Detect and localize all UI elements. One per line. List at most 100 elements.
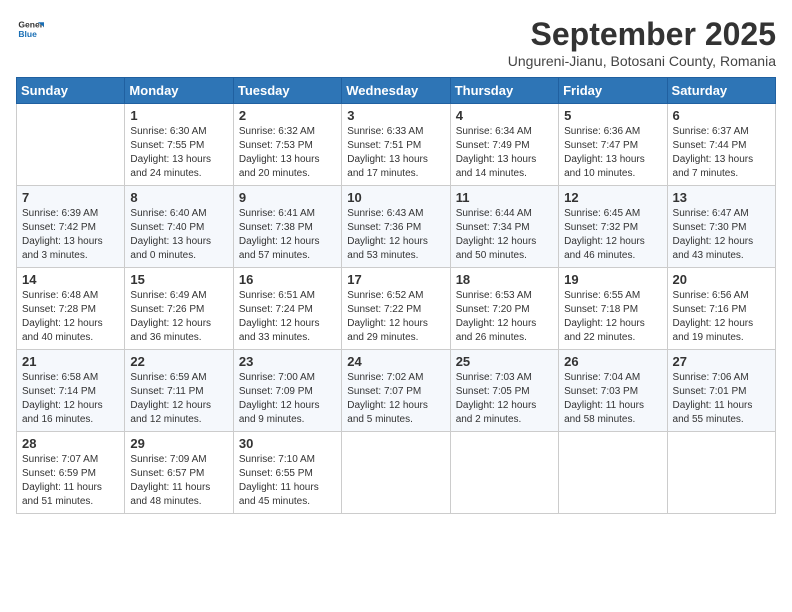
calendar-day-cell: 9 Sunrise: 6:41 AMSunset: 7:38 PMDayligh…: [233, 186, 341, 268]
calendar-header-row: SundayMondayTuesdayWednesdayThursdayFrid…: [17, 78, 776, 104]
day-info: Sunrise: 6:55 AMSunset: 7:18 PMDaylight:…: [564, 289, 661, 345]
day-info: Sunrise: 6:44 AMSunset: 7:34 PMDaylight:…: [456, 207, 553, 263]
calendar-day-cell: [667, 432, 775, 514]
day-number: 11: [456, 190, 553, 205]
calendar-week-row: 1 Sunrise: 6:30 AMSunset: 7:55 PMDayligh…: [17, 104, 776, 186]
calendar-day-cell: 24 Sunrise: 7:02 AMSunset: 7:07 PMDaylig…: [342, 350, 450, 432]
calendar-day-cell: [342, 432, 450, 514]
day-number: 19: [564, 272, 661, 287]
calendar-day-cell: 29 Sunrise: 7:09 AMSunset: 6:57 PMDaylig…: [125, 432, 233, 514]
calendar-day-cell: 22 Sunrise: 6:59 AMSunset: 7:11 PMDaylig…: [125, 350, 233, 432]
day-header-wednesday: Wednesday: [342, 78, 450, 104]
logo: General Blue: [16, 16, 44, 44]
calendar-day-cell: 26 Sunrise: 7:04 AMSunset: 7:03 PMDaylig…: [559, 350, 667, 432]
day-info: Sunrise: 6:45 AMSunset: 7:32 PMDaylight:…: [564, 207, 661, 263]
day-number: 2: [239, 108, 336, 123]
day-number: 14: [22, 272, 119, 287]
calendar-day-cell: 15 Sunrise: 6:49 AMSunset: 7:26 PMDaylig…: [125, 268, 233, 350]
day-number: 24: [347, 354, 444, 369]
calendar-day-cell: 11 Sunrise: 6:44 AMSunset: 7:34 PMDaylig…: [450, 186, 558, 268]
calendar-day-cell: 20 Sunrise: 6:56 AMSunset: 7:16 PMDaylig…: [667, 268, 775, 350]
day-number: 4: [456, 108, 553, 123]
day-number: 20: [673, 272, 770, 287]
day-number: 17: [347, 272, 444, 287]
day-number: 29: [130, 436, 227, 451]
calendar-day-cell: 3 Sunrise: 6:33 AMSunset: 7:51 PMDayligh…: [342, 104, 450, 186]
calendar-week-row: 21 Sunrise: 6:58 AMSunset: 7:14 PMDaylig…: [17, 350, 776, 432]
day-info: Sunrise: 6:58 AMSunset: 7:14 PMDaylight:…: [22, 371, 119, 427]
day-number: 27: [673, 354, 770, 369]
calendar-day-cell: 10 Sunrise: 6:43 AMSunset: 7:36 PMDaylig…: [342, 186, 450, 268]
day-number: 3: [347, 108, 444, 123]
day-info: Sunrise: 6:59 AMSunset: 7:11 PMDaylight:…: [130, 371, 227, 427]
day-info: Sunrise: 6:56 AMSunset: 7:16 PMDaylight:…: [673, 289, 770, 345]
calendar-day-cell: 2 Sunrise: 6:32 AMSunset: 7:53 PMDayligh…: [233, 104, 341, 186]
day-number: 13: [673, 190, 770, 205]
day-header-monday: Monday: [125, 78, 233, 104]
day-info: Sunrise: 7:09 AMSunset: 6:57 PMDaylight:…: [130, 453, 227, 509]
day-number: 21: [22, 354, 119, 369]
page-header: General Blue September 2025 Ungureni-Jia…: [16, 16, 776, 69]
month-title: September 2025: [508, 16, 776, 53]
day-number: 18: [456, 272, 553, 287]
day-info: Sunrise: 6:37 AMSunset: 7:44 PMDaylight:…: [673, 125, 770, 181]
day-info: Sunrise: 7:04 AMSunset: 7:03 PMDaylight:…: [564, 371, 661, 427]
calendar-week-row: 28 Sunrise: 7:07 AMSunset: 6:59 PMDaylig…: [17, 432, 776, 514]
day-info: Sunrise: 6:48 AMSunset: 7:28 PMDaylight:…: [22, 289, 119, 345]
calendar-day-cell: 14 Sunrise: 6:48 AMSunset: 7:28 PMDaylig…: [17, 268, 125, 350]
calendar-table: SundayMondayTuesdayWednesdayThursdayFrid…: [16, 77, 776, 514]
calendar-day-cell: 23 Sunrise: 7:00 AMSunset: 7:09 PMDaylig…: [233, 350, 341, 432]
calendar-day-cell: [17, 104, 125, 186]
day-number: 26: [564, 354, 661, 369]
day-info: Sunrise: 6:49 AMSunset: 7:26 PMDaylight:…: [130, 289, 227, 345]
day-number: 5: [564, 108, 661, 123]
day-info: Sunrise: 6:36 AMSunset: 7:47 PMDaylight:…: [564, 125, 661, 181]
day-header-tuesday: Tuesday: [233, 78, 341, 104]
day-info: Sunrise: 6:32 AMSunset: 7:53 PMDaylight:…: [239, 125, 336, 181]
day-number: 23: [239, 354, 336, 369]
calendar-day-cell: 16 Sunrise: 6:51 AMSunset: 7:24 PMDaylig…: [233, 268, 341, 350]
calendar-day-cell: 12 Sunrise: 6:45 AMSunset: 7:32 PMDaylig…: [559, 186, 667, 268]
day-number: 12: [564, 190, 661, 205]
day-info: Sunrise: 7:10 AMSunset: 6:55 PMDaylight:…: [239, 453, 336, 509]
day-info: Sunrise: 6:53 AMSunset: 7:20 PMDaylight:…: [456, 289, 553, 345]
day-number: 9: [239, 190, 336, 205]
day-info: Sunrise: 6:40 AMSunset: 7:40 PMDaylight:…: [130, 207, 227, 263]
calendar-day-cell: 13 Sunrise: 6:47 AMSunset: 7:30 PMDaylig…: [667, 186, 775, 268]
svg-text:Blue: Blue: [18, 29, 37, 39]
day-info: Sunrise: 6:52 AMSunset: 7:22 PMDaylight:…: [347, 289, 444, 345]
day-info: Sunrise: 6:33 AMSunset: 7:51 PMDaylight:…: [347, 125, 444, 181]
calendar-day-cell: 7 Sunrise: 6:39 AMSunset: 7:42 PMDayligh…: [17, 186, 125, 268]
day-info: Sunrise: 6:51 AMSunset: 7:24 PMDaylight:…: [239, 289, 336, 345]
day-info: Sunrise: 7:02 AMSunset: 7:07 PMDaylight:…: [347, 371, 444, 427]
calendar-day-cell: 17 Sunrise: 6:52 AMSunset: 7:22 PMDaylig…: [342, 268, 450, 350]
calendar-day-cell: 19 Sunrise: 6:55 AMSunset: 7:18 PMDaylig…: [559, 268, 667, 350]
location-subtitle: Ungureni-Jianu, Botosani County, Romania: [508, 53, 776, 69]
day-number: 15: [130, 272, 227, 287]
day-number: 7: [22, 190, 119, 205]
day-info: Sunrise: 6:47 AMSunset: 7:30 PMDaylight:…: [673, 207, 770, 263]
calendar-day-cell: 8 Sunrise: 6:40 AMSunset: 7:40 PMDayligh…: [125, 186, 233, 268]
day-info: Sunrise: 7:06 AMSunset: 7:01 PMDaylight:…: [673, 371, 770, 427]
logo-icon: General Blue: [16, 16, 44, 44]
day-number: 10: [347, 190, 444, 205]
day-info: Sunrise: 6:43 AMSunset: 7:36 PMDaylight:…: [347, 207, 444, 263]
calendar-week-row: 7 Sunrise: 6:39 AMSunset: 7:42 PMDayligh…: [17, 186, 776, 268]
day-number: 8: [130, 190, 227, 205]
calendar-day-cell: [450, 432, 558, 514]
calendar-day-cell: 5 Sunrise: 6:36 AMSunset: 7:47 PMDayligh…: [559, 104, 667, 186]
calendar-day-cell: 25 Sunrise: 7:03 AMSunset: 7:05 PMDaylig…: [450, 350, 558, 432]
calendar-day-cell: 4 Sunrise: 6:34 AMSunset: 7:49 PMDayligh…: [450, 104, 558, 186]
svg-text:General: General: [18, 20, 44, 30]
day-number: 1: [130, 108, 227, 123]
day-number: 6: [673, 108, 770, 123]
day-info: Sunrise: 6:30 AMSunset: 7:55 PMDaylight:…: [130, 125, 227, 181]
calendar-day-cell: 18 Sunrise: 6:53 AMSunset: 7:20 PMDaylig…: [450, 268, 558, 350]
calendar-day-cell: 30 Sunrise: 7:10 AMSunset: 6:55 PMDaylig…: [233, 432, 341, 514]
day-header-sunday: Sunday: [17, 78, 125, 104]
day-info: Sunrise: 7:00 AMSunset: 7:09 PMDaylight:…: [239, 371, 336, 427]
calendar-week-row: 14 Sunrise: 6:48 AMSunset: 7:28 PMDaylig…: [17, 268, 776, 350]
day-info: Sunrise: 6:41 AMSunset: 7:38 PMDaylight:…: [239, 207, 336, 263]
day-number: 28: [22, 436, 119, 451]
calendar-day-cell: 6 Sunrise: 6:37 AMSunset: 7:44 PMDayligh…: [667, 104, 775, 186]
